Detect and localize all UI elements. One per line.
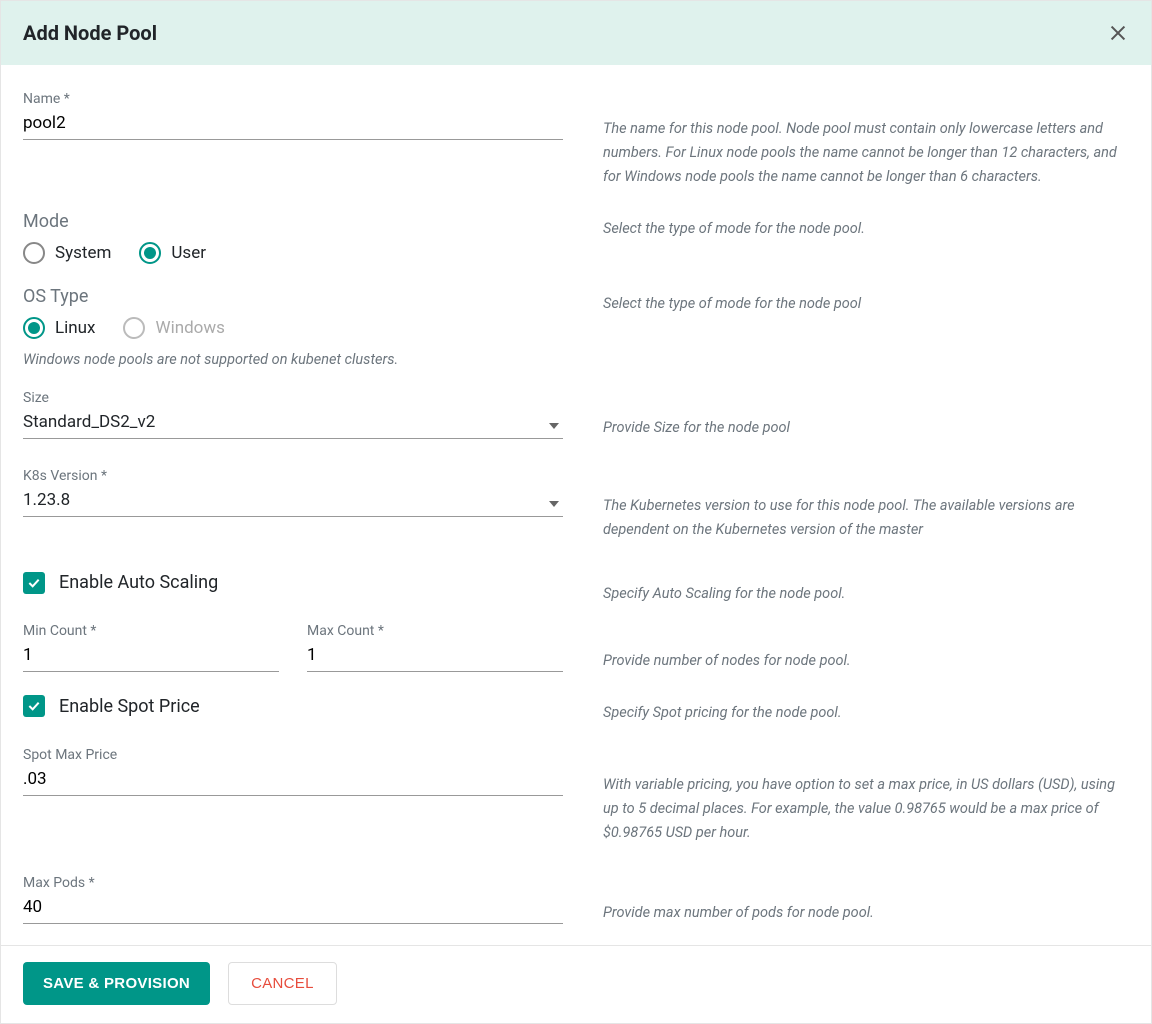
dialog-title: Add Node Pool: [23, 21, 157, 45]
size-label: Size: [23, 390, 563, 406]
check-icon: [26, 575, 42, 591]
spotprice-help: Specify Spot pricing for the node pool.: [603, 695, 1129, 725]
mincount-input[interactable]: [23, 641, 279, 672]
autoscaling-label: Enable Auto Scaling: [59, 572, 218, 593]
k8s-label: K8s Version *: [23, 468, 563, 484]
dialog-body: Name * The name for this node pool. Node…: [1, 65, 1151, 945]
k8s-value: 1.23.8: [23, 486, 563, 517]
maxpods-help: Provide max number of pods for node pool…: [603, 875, 1129, 925]
size-value: Standard_DS2_v2: [23, 408, 563, 439]
radio-icon: [123, 317, 145, 339]
ostype-radio-windows: Windows: [123, 317, 224, 339]
spotprice-checkbox[interactable]: [23, 695, 45, 717]
size-help: Provide Size for the node pool: [603, 390, 1129, 440]
radio-icon: [23, 317, 45, 339]
ostype-windows-label: Windows: [155, 318, 224, 338]
spotmax-input[interactable]: [23, 765, 563, 796]
close-icon[interactable]: [1107, 22, 1129, 44]
maxpods-input[interactable]: [23, 893, 563, 924]
size-select[interactable]: Standard_DS2_v2: [23, 408, 563, 439]
ostype-hint: Windows node pools are not supported on …: [23, 351, 563, 368]
mode-help: Select the type of mode for the node poo…: [603, 211, 1129, 241]
k8s-help: The Kubernetes version to use for this n…: [603, 468, 1129, 542]
maxpods-label: Max Pods *: [23, 875, 563, 891]
dialog-footer: SAVE & PROVISION CANCEL: [1, 945, 1151, 1023]
autoscaling-checkbox[interactable]: [23, 572, 45, 594]
radio-icon: [23, 242, 45, 264]
radio-icon: [139, 242, 161, 264]
mode-label: Mode: [23, 211, 563, 232]
maxcount-input[interactable]: [307, 641, 563, 672]
name-help: The name for this node pool. Node pool m…: [603, 91, 1129, 189]
mode-user-label: User: [171, 243, 206, 263]
spotmax-label: Spot Max Price: [23, 747, 563, 763]
name-input[interactable]: [23, 109, 563, 140]
ostype-help: Select the type of mode for the node poo…: [603, 286, 1129, 316]
ostype-label: OS Type: [23, 286, 563, 307]
mincount-label: Min Count *: [23, 623, 279, 639]
mode-system-label: System: [55, 243, 111, 263]
save-provision-button[interactable]: SAVE & PROVISION: [23, 962, 210, 1005]
ostype-radio-linux[interactable]: Linux: [23, 317, 95, 339]
name-label: Name *: [23, 91, 563, 107]
ostype-linux-label: Linux: [55, 318, 95, 338]
mode-radio-system[interactable]: System: [23, 242, 111, 264]
maxcount-label: Max Count *: [307, 623, 563, 639]
autoscaling-help: Specify Auto Scaling for the node pool.: [603, 572, 1129, 606]
dialog-header: Add Node Pool: [1, 1, 1151, 65]
check-icon: [26, 698, 42, 714]
spotprice-label: Enable Spot Price: [59, 696, 200, 717]
cancel-button[interactable]: CANCEL: [228, 962, 337, 1005]
spotmax-help: With variable pricing, you have option t…: [603, 747, 1129, 845]
mode-radio-user[interactable]: User: [139, 242, 206, 264]
count-help: Provide number of nodes for node pool.: [603, 623, 1129, 673]
k8s-select[interactable]: 1.23.8: [23, 486, 563, 517]
